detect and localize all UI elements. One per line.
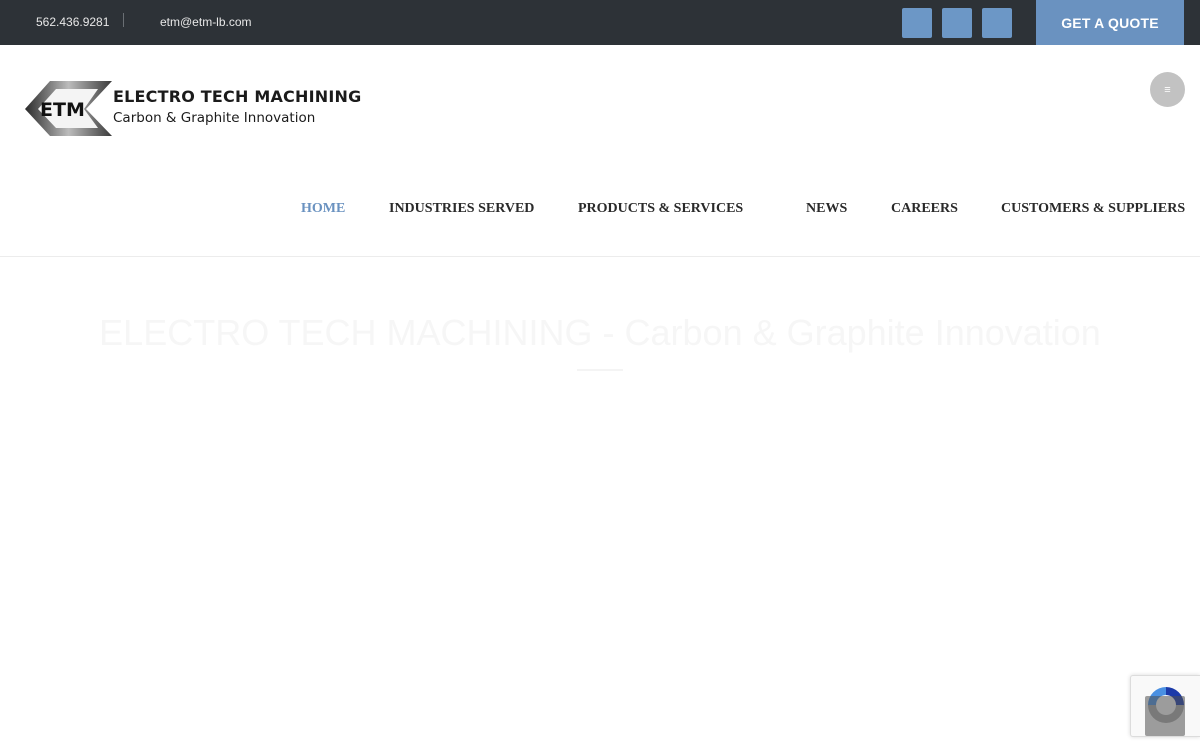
phone-number[interactable]: 562.436.9281 [36, 15, 109, 29]
hamburger-icon: ≡ [1164, 83, 1171, 96]
email-link[interactable]: etm@etm-lb.com [160, 15, 252, 29]
social-icon-2[interactable] [942, 8, 972, 38]
nav-item-products-services[interactable]: PRODUCTS & SERVICES [578, 201, 743, 221]
social-icon-3[interactable] [982, 8, 1012, 38]
logo-tagline: Carbon & Graphite Innovation [113, 110, 316, 126]
logo-brand-name: ELECTRO TECH MACHINING [113, 87, 362, 106]
top-bar: 562.436.9281 etm@etm-lb.com GET A QUOTE [0, 0, 1200, 45]
get-a-quote-button[interactable]: GET A QUOTE [1036, 0, 1184, 45]
social-icon-1[interactable] [902, 8, 932, 38]
nav-item-news[interactable]: NEWS [806, 201, 847, 221]
nav-item-home[interactable]: HOME [301, 201, 345, 221]
site-header: ETM ELECTRO TECH MACHINING Carbon & Grap… [0, 45, 1200, 257]
nav-item-industries-served[interactable]: INDUSTRIES SERVED [389, 201, 534, 221]
menu-toggle-button[interactable]: ≡ [1150, 72, 1185, 107]
nav-item-careers[interactable]: CAREERS [891, 201, 958, 221]
nav-item-customers-suppliers[interactable]: CUSTOMERS & SUPPLIERS [1001, 201, 1185, 221]
topbar-divider [123, 13, 124, 27]
svg-text:ETM: ETM [40, 99, 85, 121]
hero-divider [577, 369, 623, 371]
scroll-to-top-button[interactable] [1145, 696, 1185, 736]
site-logo[interactable]: ETM ELECTRO TECH MACHINING Carbon & Grap… [24, 79, 374, 139]
etm-logo-mark-icon: ETM [25, 81, 112, 136]
hero-title: ELECTRO TECH MACHINING - Carbon & Graphi… [99, 312, 1101, 353]
